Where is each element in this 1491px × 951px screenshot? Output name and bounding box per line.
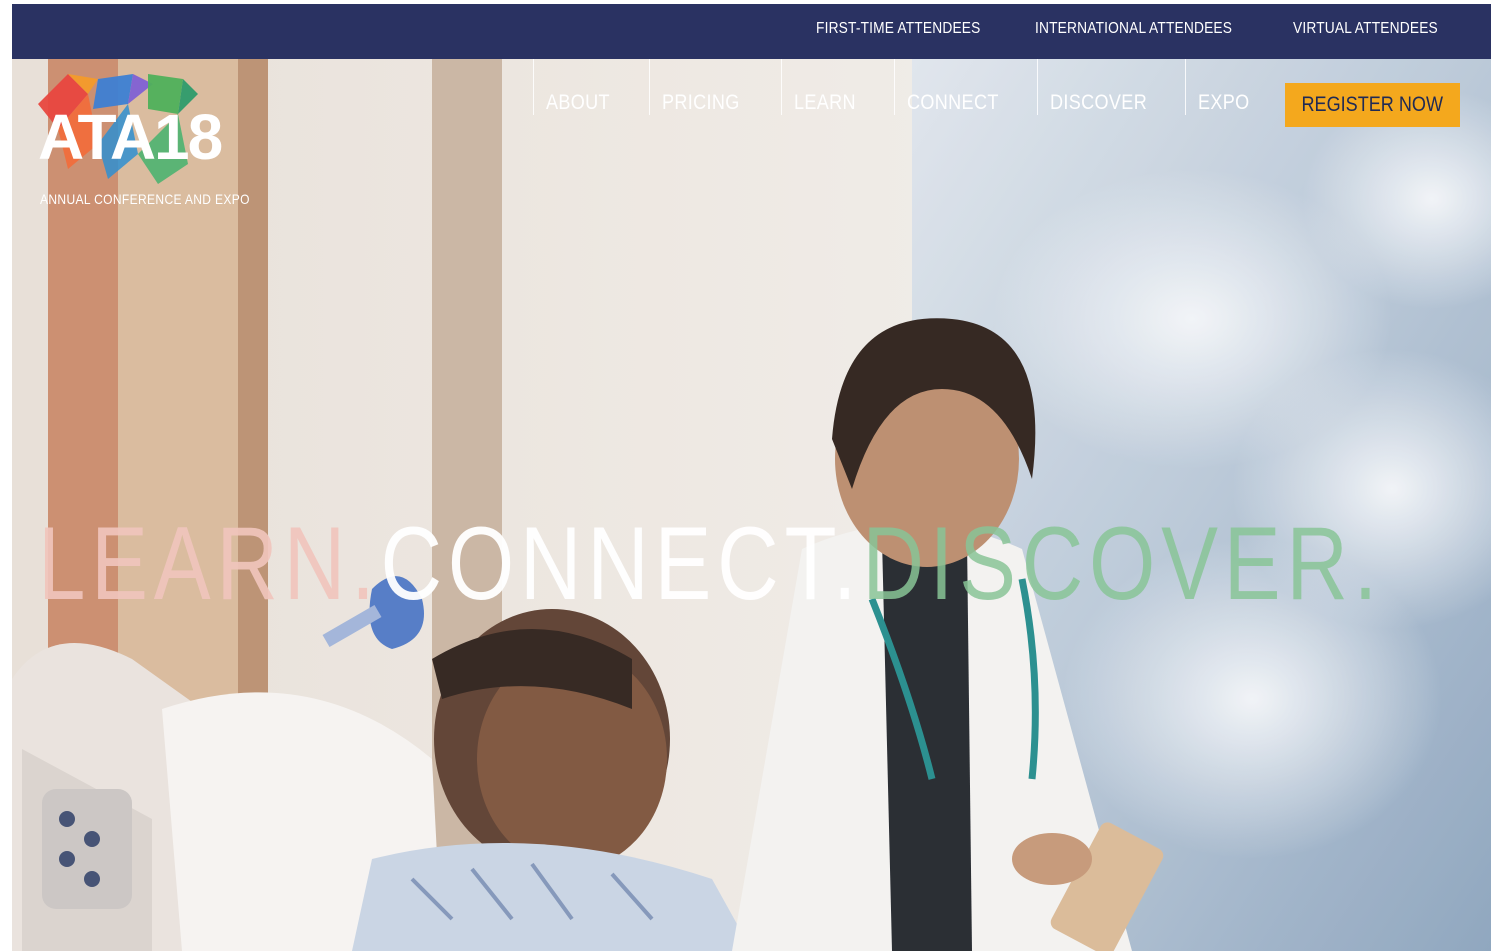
nav-item-label: DISCOVER	[1050, 91, 1148, 114]
logo-wordmark: ATA18	[38, 101, 223, 173]
headline-connect: CONNECT.	[380, 506, 863, 622]
top-link-first-time-attendees[interactable]: FIRST-TIME ATTENDEES	[816, 20, 981, 38]
headline-learn: LEARN.	[38, 506, 381, 622]
nav-item-about[interactable]: ABOUT	[533, 59, 650, 115]
page: FIRST-TIME ATTENDEES INTERNATIONAL ATTEN…	[12, 4, 1491, 951]
register-now-button[interactable]: REGISTER NOW	[1285, 83, 1460, 127]
site-logo[interactable]: ATA18 ANNUAL CONFERENCE AND EXPO	[38, 74, 308, 214]
hero-headline: LEARN.CONNECT.DISCOVER.	[38, 512, 1383, 616]
nav-item-expo[interactable]: EXPO	[1185, 59, 1276, 115]
nav-item-label: CONNECT	[907, 91, 999, 114]
top-link-international-attendees[interactable]: INTERNATIONAL ATTENDEES	[1035, 20, 1232, 38]
nav-item-pricing[interactable]: PRICING	[649, 59, 780, 115]
nav-item-label: ABOUT	[546, 91, 610, 114]
register-now-label: REGISTER NOW	[1301, 93, 1444, 116]
nav-item-connect[interactable]: CONNECT	[894, 59, 1038, 115]
top-link-virtual-attendees[interactable]: VIRTUAL ATTENDEES	[1293, 20, 1438, 38]
top-utility-bar: FIRST-TIME ATTENDEES INTERNATIONAL ATTEN…	[12, 4, 1491, 59]
nav-item-label: LEARN	[794, 91, 856, 114]
nav-item-label: EXPO	[1198, 91, 1250, 114]
logo-tagline: ANNUAL CONFERENCE AND EXPO	[40, 191, 250, 207]
headline-discover: DISCOVER.	[862, 506, 1384, 622]
nav-item-label: PRICING	[662, 91, 740, 114]
nav-item-discover[interactable]: DISCOVER	[1037, 59, 1185, 115]
nav-item-learn[interactable]: LEARN	[781, 59, 894, 115]
